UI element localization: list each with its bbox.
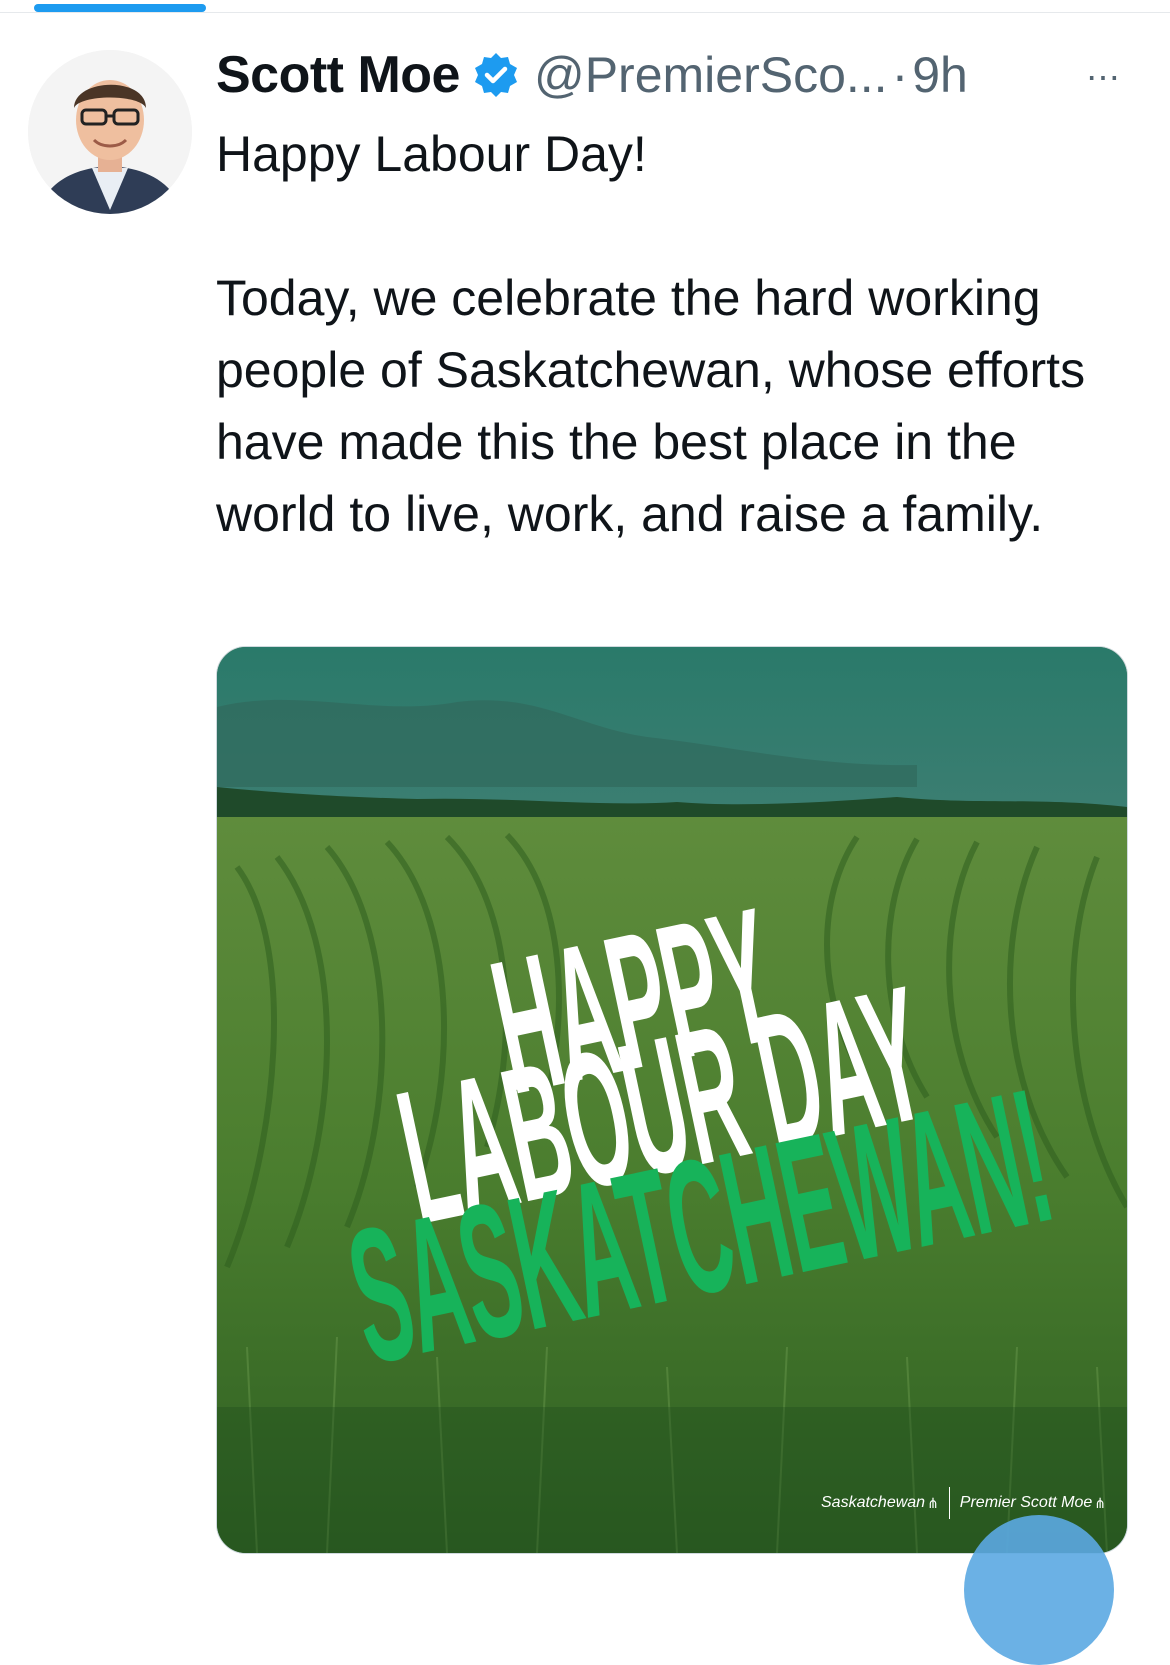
- top-divider: [0, 12, 1170, 13]
- author-handle[interactable]: @PremierSco...: [534, 46, 888, 104]
- verified-badge-icon: [474, 53, 517, 97]
- image-headline: HAPPY LABOUR DAY SASKATCHEWAN!: [217, 647, 1127, 1553]
- separator-dot: ·: [891, 47, 909, 103]
- brand-divider: [948, 1487, 950, 1519]
- tweet-text: Happy Labour Day! Today, we celebrate th…: [216, 118, 1126, 550]
- author-name[interactable]: Scott Moe: [216, 45, 460, 105]
- floating-action-button[interactable]: [964, 1515, 1114, 1665]
- wheat-logo-icon: ⋔: [927, 1494, 939, 1511]
- brand-saskatchewan: Saskatchewan: [821, 1494, 926, 1511]
- tweet-paragraph: Happy Labour Day!: [216, 126, 647, 182]
- tweet-paragraph: Today, we celebrate the hard working peo…: [216, 270, 1086, 542]
- avatar[interactable]: [28, 50, 192, 214]
- tweet-header: Scott Moe @PremierSco... · 9h: [216, 40, 1130, 110]
- tweet-image[interactable]: HAPPY LABOUR DAY SASKATCHEWAN! Saskatche…: [216, 646, 1128, 1554]
- active-tab-indicator: [34, 4, 206, 12]
- more-options-icon[interactable]: ⋯: [1086, 58, 1122, 98]
- avatar-photo: [28, 50, 192, 214]
- tweet-timestamp[interactable]: 9h: [912, 46, 968, 104]
- wheat-logo-icon: ⋔: [1094, 1494, 1107, 1511]
- brand-premier: Premier Scott Moe: [959, 1494, 1093, 1511]
- brand-signature: Saskatchewan ⋔ Premier Scott Moe ⋔: [821, 1487, 1106, 1519]
